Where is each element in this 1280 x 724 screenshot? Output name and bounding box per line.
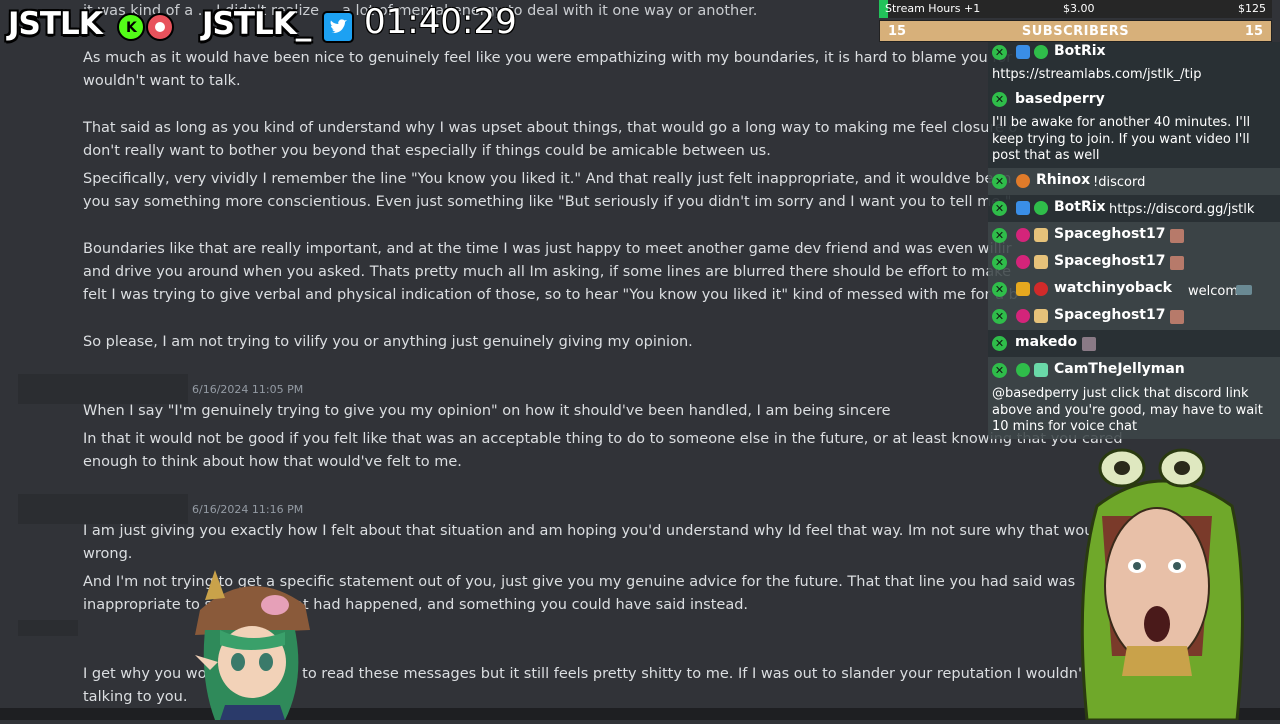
message-line: That said as long as you kind of underst… (83, 120, 1018, 136)
chat-message: ✕ basedperry I'll be awake for another 4… (988, 88, 1280, 168)
message-line: When I say "I'm genuinely trying to give… (83, 403, 891, 419)
chat-username: watchinyoback (1054, 280, 1172, 296)
x-circle-icon: ✕ (992, 255, 1007, 270)
chat-username: makedo (1015, 334, 1078, 350)
crown-badge-icon (1016, 282, 1030, 296)
goal-bar: Stream Hours +1 $3.00 $125 (879, 0, 1272, 18)
message-line: wrong. (83, 546, 133, 562)
chat-username: Rhinox (1036, 172, 1091, 188)
gift-badge-icon (1034, 363, 1048, 377)
chat-username: BotRix (1054, 199, 1106, 215)
chat-text: https://discord.gg/jstlk (1109, 202, 1255, 217)
x-circle-icon: ✕ (992, 282, 1007, 297)
twitter-icon (322, 11, 354, 43)
goal-label: Stream Hours +1 (885, 2, 981, 15)
channel-logo-kick: JSTLK (8, 6, 103, 42)
pink-badge-icon (1016, 228, 1030, 242)
chat-text: @basedperry just click that discord link… (992, 386, 1263, 434)
chat-username: Spaceghost17 (1054, 226, 1166, 242)
chat-message: ✕ Spaceghost17 (988, 222, 1280, 249)
record-icon (146, 13, 174, 41)
red-badge-icon (1034, 282, 1048, 296)
verified-badge-icon (1034, 45, 1048, 59)
chat-message: ✕ CamTheJellyman @basedperry just click … (988, 357, 1280, 439)
emote-icon (1082, 337, 1096, 351)
wrench-badge-icon (1016, 45, 1030, 59)
message-line: In that it would not be good if you felt… (83, 431, 1123, 447)
x-circle-icon: ✕ (992, 45, 1007, 60)
message-line: talking to you. (83, 689, 188, 705)
message-line: Specifically, very vividly I remember th… (83, 171, 1012, 187)
stream-timer: 01:40:29 (364, 2, 517, 42)
message-timestamp: 6/16/2024 11:16 PM (192, 503, 304, 516)
chat-username: BotRix (1054, 43, 1106, 59)
x-circle-icon: ✕ (992, 228, 1007, 243)
stream-stats: Stream Hours +1 $3.00 $125 15 SUBSCRIBER… (879, 0, 1272, 44)
emote-icon (1170, 229, 1184, 243)
green-badge-icon (1016, 363, 1030, 377)
goal-target: $125 (1238, 2, 1266, 15)
chat-text: !discord (1093, 175, 1146, 190)
chat-message: ✕ makedo (988, 330, 1280, 357)
x-circle-icon: ✕ (992, 336, 1007, 351)
chat-message: ✕ Rhinox !discord (988, 168, 1280, 195)
emote-icon (1236, 285, 1252, 295)
vtuber-avatar-frog (1072, 446, 1252, 722)
message-line: enough to think about how that would've … (83, 454, 462, 470)
message-line: I am just giving you exactly how I felt … (83, 523, 1121, 539)
chat-text: https://streamlabs.com/jstlk_/tip (992, 67, 1202, 82)
message-timestamp: 6/16/2024 11:05 PM (192, 383, 304, 396)
chat-message: ✕ watchinyoback welcome (988, 276, 1280, 303)
chat-username: basedperry (1015, 91, 1105, 107)
x-circle-icon: ✕ (992, 363, 1007, 378)
emote-icon (1170, 256, 1184, 270)
gift-badge-icon (1034, 228, 1048, 242)
message-line: felt I was trying to give verbal and phy… (83, 287, 1018, 303)
x-circle-icon: ✕ (992, 92, 1007, 107)
message-line: So please, I am not trying to vilify you… (83, 334, 693, 350)
chat-username: Spaceghost17 (1054, 253, 1166, 269)
message-line: don't really want to bother you beyond t… (83, 143, 771, 159)
message-line: wouldn't want to talk. (83, 73, 241, 89)
message-line: and drive you around when you asked. Tha… (83, 264, 1012, 280)
chat-username: CamTheJellyman (1054, 361, 1185, 377)
gift-badge-icon (1034, 309, 1048, 323)
stream-overlay: JSTLK K JSTLK_ 01:40:29 (0, 0, 540, 48)
orange-badge-icon (1016, 174, 1030, 188)
goal-current: $3.00 (1063, 2, 1095, 15)
x-circle-icon: ✕ (992, 309, 1007, 324)
gift-badge-icon (1034, 255, 1048, 269)
wrench-badge-icon (1016, 201, 1030, 215)
subscriber-count-right: 15 (1244, 24, 1263, 39)
pink-badge-icon (1016, 255, 1030, 269)
message-line: As much as it would have been nice to ge… (83, 50, 1013, 66)
message-gutter (18, 620, 78, 636)
subscriber-bar: 15 SUBSCRIBERS 15 (879, 20, 1272, 42)
chat-username: Spaceghost17 (1054, 307, 1166, 323)
kick-icon: K (117, 13, 145, 41)
message-line: Boundaries like that are really importan… (83, 241, 1012, 257)
chat-message: ✕ Spaceghost17 (988, 249, 1280, 276)
chat-message: ✕ Spaceghost17 (988, 303, 1280, 330)
verified-badge-icon (1034, 201, 1048, 215)
pink-badge-icon (1016, 309, 1030, 323)
vtuber-avatar-elf (180, 570, 320, 720)
x-circle-icon: ✕ (992, 201, 1007, 216)
chat-message: ✕ BotRix https://streamlabs.com/jstlk_/t… (988, 42, 1280, 88)
x-circle-icon: ✕ (992, 174, 1007, 189)
subscriber-label: SUBSCRIBERS (1021, 24, 1130, 39)
emote-icon (1170, 310, 1184, 324)
channel-logo-twitter: JSTLK_ (202, 6, 311, 42)
svg-text:K: K (126, 20, 138, 36)
message-line: you say something more conscientious. Ev… (83, 194, 1012, 210)
chat-message: ✕ BotRix https://discord.gg/jstlk (988, 195, 1280, 222)
chat-text: I'll be awake for another 40 minutes. I'… (992, 115, 1251, 163)
